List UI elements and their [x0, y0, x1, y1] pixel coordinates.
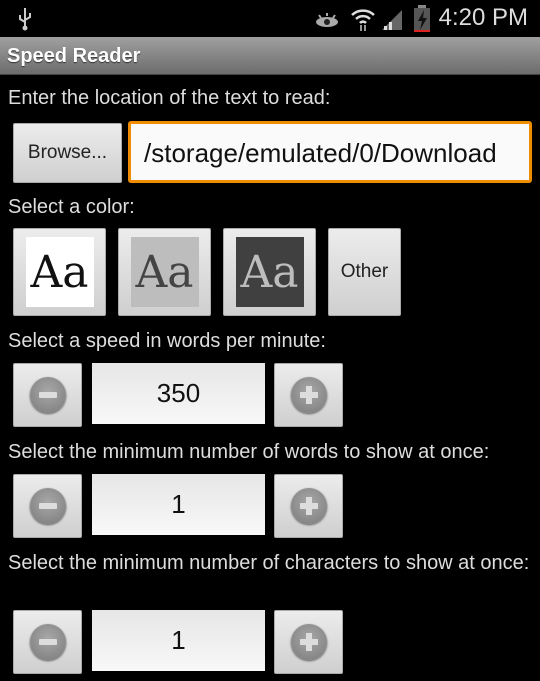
color-white-button[interactable]: Aa: [13, 228, 106, 316]
speed-increase-button[interactable]: [274, 363, 343, 427]
status-bar: 4:20 PM: [0, 0, 540, 37]
speed-value[interactable]: 350: [92, 363, 265, 424]
min-words-increase-button[interactable]: [274, 474, 343, 538]
minus-icon: [29, 488, 66, 524]
action-bar: Speed Reader: [0, 37, 540, 75]
usb-icon: [19, 8, 31, 31]
minus-icon: [29, 377, 66, 413]
location-label: Enter the location of the text to read:: [8, 87, 331, 109]
plus-icon: [290, 488, 327, 524]
min-words-value[interactable]: 1: [92, 474, 265, 535]
color-other-button[interactable]: Other: [328, 228, 401, 316]
wifi-icon: [351, 9, 375, 31]
plus-icon: [290, 624, 327, 660]
color-label: Select a color:: [8, 196, 135, 218]
minus-icon: [29, 624, 66, 660]
path-input[interactable]: /storage/emulated/0/Download: [128, 121, 532, 183]
min-chars-increase-button[interactable]: [274, 610, 343, 674]
min-words-label: Select the minimum number of words to sh…: [8, 441, 490, 463]
min-words-decrease-button[interactable]: [13, 474, 82, 538]
app-title: Speed Reader: [7, 45, 141, 67]
eye-icon: [316, 13, 338, 27]
plus-icon: [290, 377, 327, 413]
min-chars-decrease-button[interactable]: [13, 610, 82, 674]
min-chars-label: Select the minimum number of characters …: [8, 552, 530, 574]
color-dark-button[interactable]: Aa: [223, 228, 316, 316]
battery-charging-icon: [414, 5, 430, 32]
browse-button[interactable]: Browse...: [13, 123, 122, 183]
min-chars-value[interactable]: 1: [92, 610, 265, 671]
speed-decrease-button[interactable]: [13, 363, 82, 427]
speed-label: Select a speed in words per minute:: [8, 330, 326, 352]
signal-icon: [382, 10, 402, 30]
clock: 4:20 PM: [438, 4, 528, 31]
color-gray-button[interactable]: Aa: [118, 228, 211, 316]
color-swatch-white: Aa: [25, 237, 94, 307]
color-swatch-gray: Aa: [130, 237, 199, 307]
color-swatch-dark: Aa: [235, 237, 304, 307]
